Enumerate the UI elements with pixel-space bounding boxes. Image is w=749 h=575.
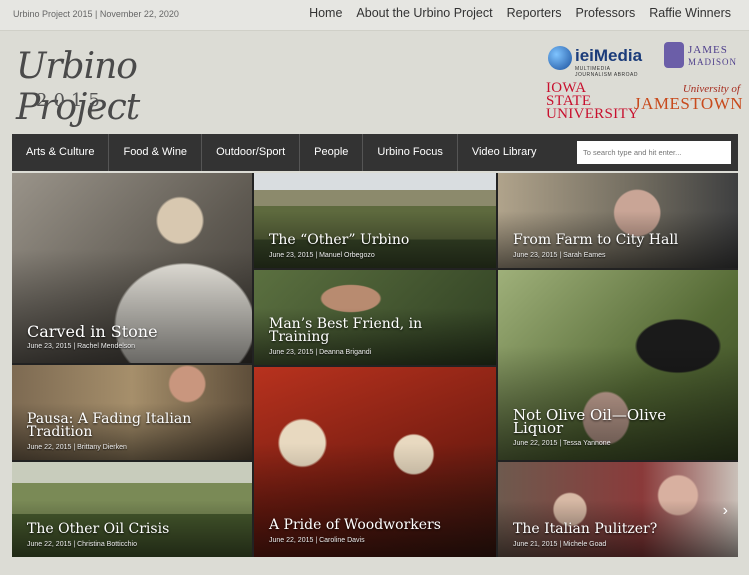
nav-arts-culture[interactable]: Arts & Culture [12, 134, 110, 171]
story-tile-italian-pulitzer[interactable]: The Italian Pulitzer? June 21, 2015 | Mi… [498, 462, 738, 557]
jmu-logo[interactable]: JAMES MADISON [664, 40, 740, 74]
top-nav-raffie-winners[interactable]: Raffie Winners [649, 6, 731, 20]
story-meta: June 21, 2015 | Michele Goad [513, 541, 607, 548]
story-tile-carved-in-stone[interactable]: Carved in Stone June 23, 2015 | Rachel M… [12, 173, 252, 363]
story-meta: June 23, 2015 | Manuel Orbegozo [269, 252, 375, 259]
story-meta: June 23, 2015 | Rachel Mendelson [27, 343, 136, 350]
logo-year: 2015 [36, 90, 106, 111]
story-title: The “Other” Urbino [269, 232, 410, 248]
story-tile-other-oil-crisis[interactable]: The Other Oil Crisis June 22, 2015 | Chr… [12, 462, 252, 557]
story-title: From Farm to City Hall [513, 232, 679, 248]
globe-icon [548, 46, 572, 70]
story-tile-pausa[interactable]: Pausa: A Fading Italian Tradition June 2… [12, 365, 252, 460]
site-logo[interactable]: Urbino Project 2015 [16, 44, 186, 128]
story-tile-olive-liquor[interactable]: Not Olive Oil—Olive Liquor June 22, 2015… [498, 270, 738, 460]
story-title: Pausa: A Fading Italian Tradition [27, 411, 192, 440]
search-input[interactable] [577, 141, 731, 164]
nav-food-wine[interactable]: Food & Wine [109, 134, 203, 171]
story-tile-farm-to-city-hall[interactable]: From Farm to City Hall June 23, 2015 | S… [498, 173, 738, 268]
jamestown-big: JAMESTOWN [634, 94, 744, 113]
story-meta: June 22, 2015 | Christina Botticchio [27, 541, 138, 548]
top-nav-reporters[interactable]: Reporters [507, 6, 562, 20]
top-nav: Home About the Urbino Project Reporters … [309, 6, 731, 20]
story-meta: June 22, 2015 | Tessa Yannone [513, 440, 611, 447]
ieimedia-tagline: MULTIMEDIA JOURNALISM ABROAD [575, 66, 638, 78]
story-title: Man’s Best Friend, in Training [269, 316, 423, 345]
jmu-seal-icon [664, 42, 684, 68]
jamestown-logo[interactable]: University of JAMESTOWN [634, 84, 744, 114]
story-grid: Carved in Stone June 23, 2015 | Rachel M… [12, 173, 738, 557]
jmu-line2: MADISON [688, 57, 738, 67]
nav-urbino-focus[interactable]: Urbino Focus [363, 134, 458, 171]
story-meta: June 23, 2015 | Sarah Eames [513, 252, 606, 259]
isu-line2: UNIVERSITY [546, 106, 639, 122]
main-nav: Arts & Culture Food & Wine Outdoor/Sport… [12, 134, 738, 171]
story-title: A Pride of Woodworkers [269, 517, 441, 533]
story-title: The Other Oil Crisis [27, 521, 170, 537]
ieimedia-name: ieiMedia [575, 46, 643, 65]
story-meta: June 22, 2015 | Brittany Dierken [27, 444, 127, 451]
nav-video-library[interactable]: Video Library [458, 134, 551, 171]
site-date-info: Urbino Project 2015 | November 22, 2020 [13, 9, 179, 19]
isu-line1: IOWA STATE [546, 80, 592, 109]
story-title: Carved in Stone [27, 322, 158, 341]
jmu-line1: JAMES [688, 44, 728, 56]
nav-outdoor-sport[interactable]: Outdoor/Sport [202, 134, 301, 171]
story-tile-other-urbino[interactable]: The “Other” Urbino June 23, 2015 | Manue… [254, 173, 496, 268]
story-tile-pride-of-woodworkers[interactable]: A Pride of Woodworkers June 22, 2015 | C… [254, 367, 496, 557]
story-meta: June 23, 2015 | Deanna Brigandi [269, 349, 372, 356]
ieimedia-logo[interactable]: ieiMedia MULTIMEDIA JOURNALISM ABROAD [548, 44, 648, 78]
story-title: Not Olive Oil—Olive Liquor [513, 406, 667, 437]
story-title: The Italian Pulitzer? [513, 521, 658, 537]
top-nav-home[interactable]: Home [309, 6, 342, 20]
top-bar: Urbino Project 2015 | November 22, 2020 … [0, 0, 749, 31]
logo-script-text: Urbino Project [16, 46, 140, 128]
chevron-right-icon[interactable]: › [723, 502, 728, 520]
top-nav-professors[interactable]: Professors [576, 6, 636, 20]
story-tile-mans-best-friend[interactable]: Man’s Best Friend, in Training June 23, … [254, 270, 496, 365]
isu-logo[interactable]: IOWA STATE UNIVERSITY [546, 80, 639, 122]
story-meta: June 22, 2015 | Caroline Davis [269, 537, 365, 544]
nav-people[interactable]: People [300, 134, 364, 171]
top-nav-about[interactable]: About the Urbino Project [356, 6, 492, 20]
